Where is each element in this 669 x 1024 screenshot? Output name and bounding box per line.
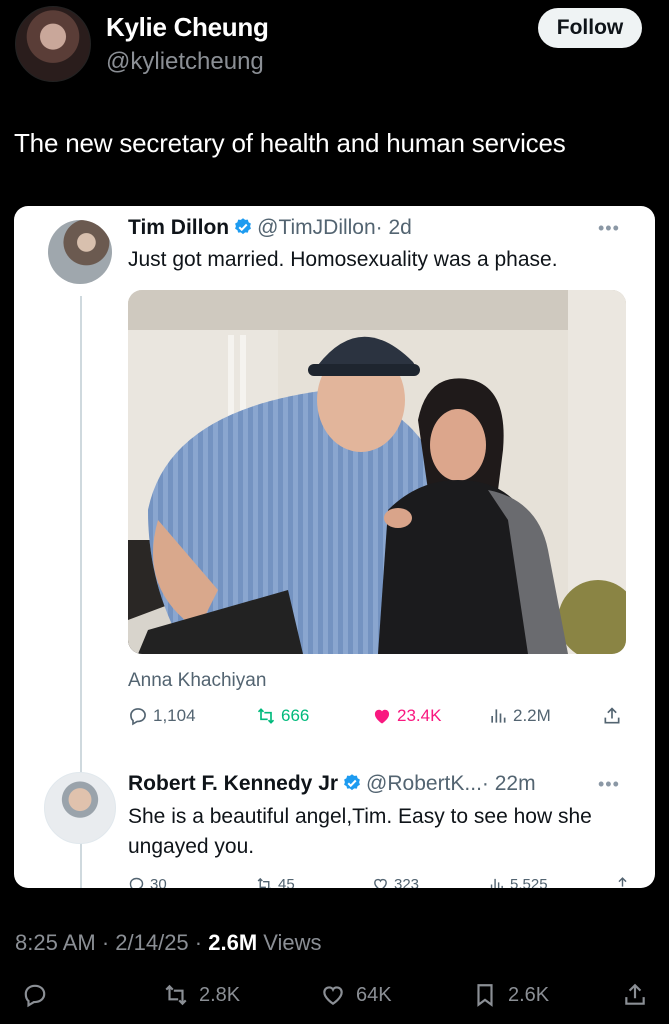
verified-badge-icon (235, 218, 252, 235)
retweet-icon (257, 708, 275, 724)
like-count: 23.4K (397, 706, 442, 725)
reply-action-bar: 30 45 323 5,525 (128, 876, 628, 888)
like-button[interactable]: 64K (320, 982, 392, 1008)
heart-filled-icon (374, 709, 390, 724)
views-label: Views (257, 930, 322, 955)
share-icon (604, 707, 620, 724)
embedded-screenshot[interactable]: Tim Dillon @TimJDillon· 2d ••• Just got m… (14, 206, 655, 888)
avatar (44, 772, 116, 844)
quoted-text: Just got married. Homosexuality was a ph… (128, 248, 558, 271)
like-action: 323 (372, 876, 419, 888)
reply-author-name: Robert F. Kennedy Jr (128, 772, 339, 795)
share-icon (618, 877, 627, 887)
tweet-text: The new secretary of health and human se… (14, 128, 566, 158)
retweet-icon (257, 877, 271, 888)
views-action: 2.2M (488, 706, 551, 726)
share-button[interactable] (622, 982, 648, 1008)
retweet-action: 45 (256, 876, 295, 888)
photo-image (128, 290, 626, 654)
views-count: 2.2M (513, 706, 551, 725)
quoted-author-line: Tim Dillon @TimJDillon· 2d (128, 216, 412, 240)
reply-author-handle: @RobertK... (366, 772, 482, 795)
follow-button[interactable]: Follow (538, 8, 642, 48)
retweet-count: 2.8K (199, 983, 241, 1006)
reply-action: 30 (128, 876, 167, 888)
reply-author-line: Robert F. Kennedy Jr @RobertK...· 22m (128, 772, 536, 796)
more-icon: ••• (598, 774, 620, 794)
quoted-author-handle: @TimJDillon (257, 216, 376, 239)
reply-button[interactable] (22, 982, 48, 1008)
share-icon (625, 983, 645, 1005)
retweet-button[interactable]: 2.8K (163, 982, 240, 1008)
retweet-action: 666 (256, 706, 309, 726)
timestamp[interactable]: 8:25 AM · 2/14/25 · (15, 930, 208, 955)
views-action: 5,525 (488, 876, 548, 888)
tweet-photo (128, 290, 626, 654)
quoted-time: · 2d (375, 216, 412, 239)
photo-caption: Anna Khachiyan (128, 670, 267, 691)
quoted-action-bar: 1,104 666 23.4K 2.2M (128, 706, 628, 734)
like-count: 64K (356, 983, 392, 1006)
share-action (614, 876, 631, 888)
share-action (602, 706, 622, 726)
views-count: 5,525 (510, 876, 548, 888)
author-handle[interactable]: @kylietcheung (106, 48, 264, 76)
bookmark-count: 2.6K (508, 983, 550, 1006)
avatar (48, 220, 112, 284)
reply-time: · 22m (481, 772, 536, 795)
bookmark-button[interactable]: 2.6K (472, 982, 549, 1008)
reply-text: She is a beautiful angel,Tim. Easy to se… (128, 805, 592, 858)
heart-icon (323, 986, 343, 1005)
views-count: 2.6M (208, 930, 258, 955)
retweet-icon (165, 984, 187, 1006)
views-icon (491, 709, 506, 723)
verified-badge-icon (344, 774, 360, 791)
author-name[interactable]: Kylie Cheung (106, 12, 269, 43)
reply-count: 1,104 (153, 706, 196, 725)
like-action: 23.4K (372, 706, 441, 726)
like-count: 323 (394, 876, 420, 888)
reply-icon (130, 708, 146, 726)
reply-count: 30 (150, 876, 167, 888)
views-icon (490, 878, 503, 888)
quoted-author-name: Tim Dillon (128, 216, 230, 239)
retweet-count: 666 (281, 706, 310, 725)
retweet-count: 45 (278, 876, 295, 888)
more-icon: ••• (598, 218, 620, 238)
reply-action: 1,104 (128, 706, 196, 726)
bookmark-icon (477, 984, 493, 1007)
heart-icon (374, 878, 387, 888)
tweet-meta: 8:25 AM · 2/14/25 · 2.6M Views (15, 930, 322, 956)
avatar[interactable] (15, 6, 91, 82)
reply-icon (129, 877, 144, 888)
reply-icon (24, 984, 46, 1008)
action-bar: 2.8K 64K 2.6K (0, 982, 669, 1020)
